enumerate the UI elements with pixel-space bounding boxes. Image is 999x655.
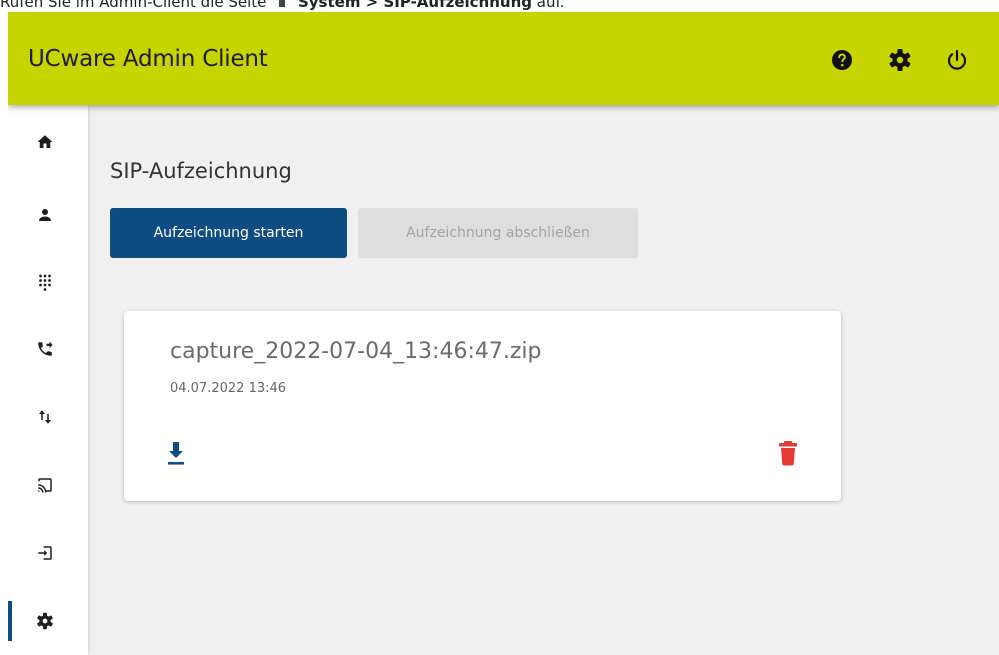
admin-page-icon <box>279 0 286 7</box>
sidebar-item-dialplan[interactable] <box>8 262 88 302</box>
sidebar-item-provisioning[interactable] <box>8 465 88 505</box>
settings-icon[interactable] <box>888 48 912 72</box>
login-icon <box>38 546 52 560</box>
home-icon <box>37 135 53 148</box>
finish-recording-button[interactable]: Aufzeichnung abschließen <box>358 208 638 258</box>
phone-forward-icon <box>38 341 53 356</box>
recording-filename: capture_2022-07-04_13:46:47.zip <box>170 339 542 364</box>
swap-vert-icon <box>39 410 51 424</box>
sidebar-item-users[interactable] <box>8 195 88 235</box>
cast-icon <box>38 478 52 493</box>
sidebar-item-login[interactable] <box>8 533 88 573</box>
power-icon[interactable] <box>945 48 969 72</box>
doc-text-prefix: Rufen Sie im Admin-Client die Seite <box>0 0 267 11</box>
sidebar-item-system[interactable] <box>8 601 92 641</box>
sidebar-item-home[interactable] <box>8 122 88 162</box>
app-title: UCware Admin Client <box>28 46 268 72</box>
doc-text-suffix: auf. <box>536 0 565 11</box>
main-content: SIP-Aufzeichnung Aufzeichnung starten Au… <box>88 105 999 655</box>
recording-date: 04.07.2022 13:46 <box>170 381 287 396</box>
delete-icon[interactable] <box>776 439 800 467</box>
recording-card: capture_2022-07-04_13:46:47.zip 04.07.20… <box>124 311 841 501</box>
sidebar-item-call-forwarding[interactable] <box>8 329 88 369</box>
doc-text-path: System > SIP-Aufzeichnung <box>297 0 533 11</box>
sidebar-item-sorting[interactable] <box>8 397 88 437</box>
settings-icon <box>37 612 53 630</box>
admin-client-window: UCware Admin Client SIP-Aufzeichnung Auf… <box>8 12 999 655</box>
dialpad-icon <box>39 274 51 291</box>
top-app-bar: UCware Admin Client <box>8 12 999 105</box>
page-title: SIP-Aufzeichnung <box>110 159 292 183</box>
person-icon <box>39 209 51 221</box>
download-icon[interactable] <box>164 439 188 467</box>
doc-instruction-line: Rufen Sie im Admin-Client die Seite Syst… <box>0 0 999 12</box>
sidebar-nav <box>8 105 88 655</box>
help-icon[interactable] <box>830 48 854 72</box>
start-recording-button[interactable]: Aufzeichnung starten <box>110 208 347 258</box>
